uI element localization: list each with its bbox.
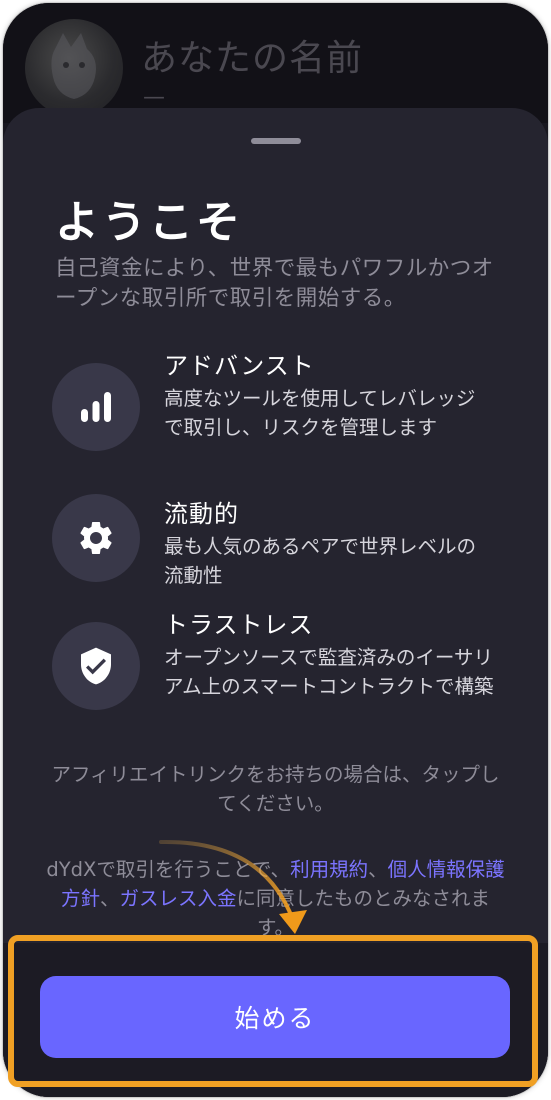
profile-name: あなたの名前 (141, 38, 364, 79)
phone-screen: あなたの名前 — ようこそ 自己資金により、世界で最もパワフルかつオープンな取引… (3, 3, 548, 1097)
highlight-frame (8, 935, 538, 1087)
feature-description: 高度なツールを使用してレバレッジで取引し、リスクを管理します (164, 387, 476, 439)
feature-title: アドバンスト (164, 352, 315, 380)
feature-title: 流動的 (164, 500, 239, 528)
sheet-subtitle: 自己資金により、世界で最もパワフルかつオープンな取引所で取引を開始する。 (55, 256, 494, 311)
terms-separator: 、 (99, 887, 120, 910)
gear-icon (52, 494, 140, 582)
sheet-drag-handle[interactable] (251, 138, 301, 144)
annotation-arrow-icon (159, 839, 307, 934)
feature-description: 最も人気のあるペアで世界レベルの流動性 (164, 535, 477, 587)
affiliate-link-prompt[interactable]: アフィリエイトリンクをお持ちの場合は、タップしてください。 (43, 760, 508, 818)
avatar (25, 19, 123, 117)
terms-separator: 、 (368, 858, 388, 881)
bar-chart-icon (52, 363, 140, 451)
sheet-title: ようこそ (55, 197, 243, 248)
feature-title: トラストレス (164, 611, 314, 639)
feature-description: オープンソースで監査済みのイーサリアム上のスマートコントラクトで構築 (164, 646, 494, 698)
profile-subtext: — (143, 85, 165, 110)
shield-check-icon (52, 622, 140, 710)
